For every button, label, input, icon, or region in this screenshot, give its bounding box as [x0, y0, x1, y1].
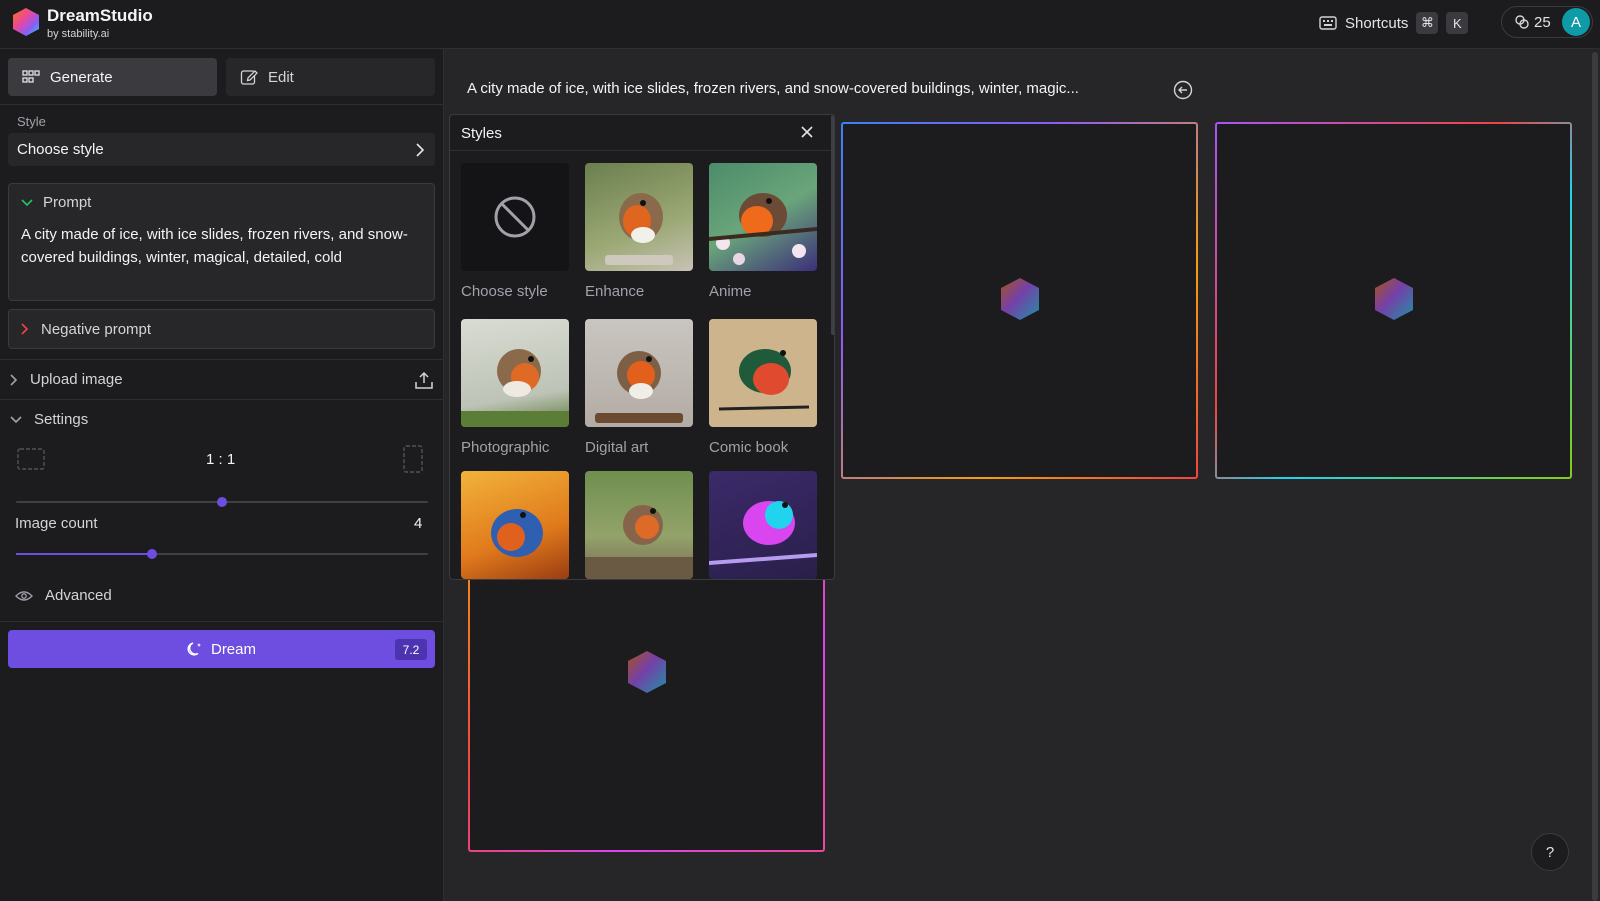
style-option-comic-book[interactable]: Comic book	[709, 319, 817, 456]
tab-generate[interactable]: Generate	[8, 58, 217, 96]
bird-image-icon	[709, 319, 817, 427]
eye-icon	[15, 590, 33, 601]
prompt-panel: Prompt A city made of ice, with ice slid…	[8, 183, 435, 301]
image-placeholder-card[interactable]	[1215, 122, 1572, 479]
prompt-textarea[interactable]: A city made of ice, with ice slides, fro…	[21, 223, 421, 269]
image-count-label: Image count	[15, 515, 98, 532]
shortcuts-label: Shortcuts	[1345, 14, 1409, 32]
no-style-icon	[494, 196, 536, 238]
dream-label: Dream	[210, 640, 256, 658]
advanced-label: Advanced	[45, 587, 112, 604]
robin-image-icon	[585, 471, 693, 579]
divider	[0, 104, 444, 105]
avatar[interactable]: A	[1562, 8, 1590, 36]
style-option-digital-art[interactable]: Digital art	[585, 319, 693, 456]
dream-cost-badge: 7.2	[395, 639, 427, 660]
styles-popover: Styles Choose style Enhance Anime Photog…	[449, 114, 835, 580]
style-thumb	[461, 163, 569, 271]
dream-button[interactable]: Dream 7.2	[8, 630, 435, 668]
style-option[interactable]	[709, 471, 817, 579]
settings-toggle[interactable]: Settings	[10, 411, 88, 428]
bird-image-icon	[461, 471, 569, 579]
help-button[interactable]: ?	[1531, 833, 1569, 871]
prompt-label: Prompt	[43, 194, 92, 211]
style-option-label: Anime	[709, 283, 752, 300]
back-arrow-icon[interactable]	[1173, 80, 1193, 100]
keyboard-icon	[1319, 16, 1337, 30]
divider	[0, 359, 444, 360]
moon-icon	[187, 642, 201, 656]
loading-hex-icon	[628, 651, 666, 693]
kbd-k: K	[1446, 12, 1469, 34]
style-option-label: Digital art	[585, 439, 649, 456]
settings-label: Settings	[34, 411, 89, 428]
loading-hex-icon	[1375, 278, 1413, 320]
robin-image-icon	[585, 319, 693, 427]
style-option-label: Comic book	[709, 439, 789, 456]
chevron-down-icon	[21, 198, 33, 206]
style-option[interactable]	[585, 471, 693, 579]
style-option-enhance[interactable]: Enhance	[585, 163, 693, 300]
prompt-toggle[interactable]: Prompt	[21, 194, 91, 211]
top-bar: DreamStudio by stability.ai Shortcuts ⌘ …	[0, 0, 1600, 49]
close-icon[interactable]	[800, 125, 814, 139]
aspect-ratio-slider-thumb[interactable]	[217, 497, 227, 507]
divider	[0, 399, 444, 400]
style-option-none[interactable]: Choose style	[461, 163, 569, 300]
style-label: Style	[17, 114, 46, 129]
advanced-toggle[interactable]: Advanced	[15, 587, 112, 604]
image-count-slider-thumb[interactable]	[146, 549, 157, 559]
landscape-ratio-icon[interactable]	[17, 448, 45, 470]
prompt-preview: A city made of ice, with ice slides, fro…	[467, 80, 1079, 97]
upload-icon[interactable]	[414, 370, 434, 390]
edit-icon	[240, 70, 258, 85]
grid-icon	[22, 70, 40, 83]
chevron-right-icon	[21, 323, 29, 335]
aspect-ratio-slider[interactable]	[16, 497, 428, 507]
sidebar: Generate Edit Style Choose style Prompt …	[0, 49, 444, 901]
loading-hex-icon	[1001, 278, 1039, 320]
style-option[interactable]	[461, 471, 569, 579]
style-option-photographic[interactable]: Photographic	[461, 319, 569, 456]
styles-popover-title: Styles	[461, 125, 502, 142]
style-option-label: Choose style	[461, 283, 548, 300]
tab-generate-label: Generate	[50, 68, 113, 86]
style-select[interactable]: Choose style	[8, 133, 435, 166]
brand-name[interactable]: DreamStudio	[47, 6, 153, 26]
upload-image-label: Upload image	[30, 371, 123, 388]
image-count-slider-fill	[16, 553, 152, 555]
negative-prompt-label: Negative prompt	[41, 320, 152, 338]
styles-popover-header: Styles	[450, 115, 834, 151]
style-option-label: Photographic	[461, 439, 550, 456]
kbd-cmd: ⌘	[1416, 12, 1439, 34]
robin-image-icon	[461, 319, 569, 427]
upload-image-toggle[interactable]: Upload image	[10, 371, 123, 388]
dreamstudio-logo-icon[interactable]	[10, 6, 42, 38]
credits-count: 25	[1534, 13, 1551, 31]
image-count-slider[interactable]	[16, 549, 428, 559]
tab-edit[interactable]: Edit	[226, 58, 435, 96]
image-count-value: 4	[414, 515, 423, 532]
robin-image-icon	[709, 163, 817, 271]
page-scrollbar[interactable]	[1592, 52, 1598, 901]
style-option-label: Enhance	[585, 283, 645, 300]
chevron-down-icon	[10, 415, 22, 423]
divider	[0, 621, 444, 622]
credits-button[interactable]: 25 A	[1501, 6, 1593, 38]
portrait-ratio-icon[interactable]	[403, 445, 423, 473]
negative-prompt-toggle[interactable]: Negative prompt	[8, 309, 435, 349]
robin-image-icon	[585, 163, 693, 271]
chevron-right-icon	[416, 142, 425, 157]
style-option-anime[interactable]: Anime	[709, 163, 817, 300]
shortcuts-button[interactable]: Shortcuts ⌘ K	[1319, 12, 1469, 34]
styles-scrollbar[interactable]	[831, 115, 834, 335]
aspect-ratio-value: 1 : 1	[206, 451, 236, 468]
style-select-value: Choose style	[17, 141, 104, 158]
brand-subtitle: by stability.ai	[47, 28, 110, 40]
chevron-right-icon	[10, 373, 18, 386]
coins-icon	[1515, 15, 1529, 29]
bird-image-icon	[709, 471, 817, 579]
image-placeholder-card[interactable]	[841, 122, 1198, 479]
tab-edit-label: Edit	[268, 68, 294, 86]
